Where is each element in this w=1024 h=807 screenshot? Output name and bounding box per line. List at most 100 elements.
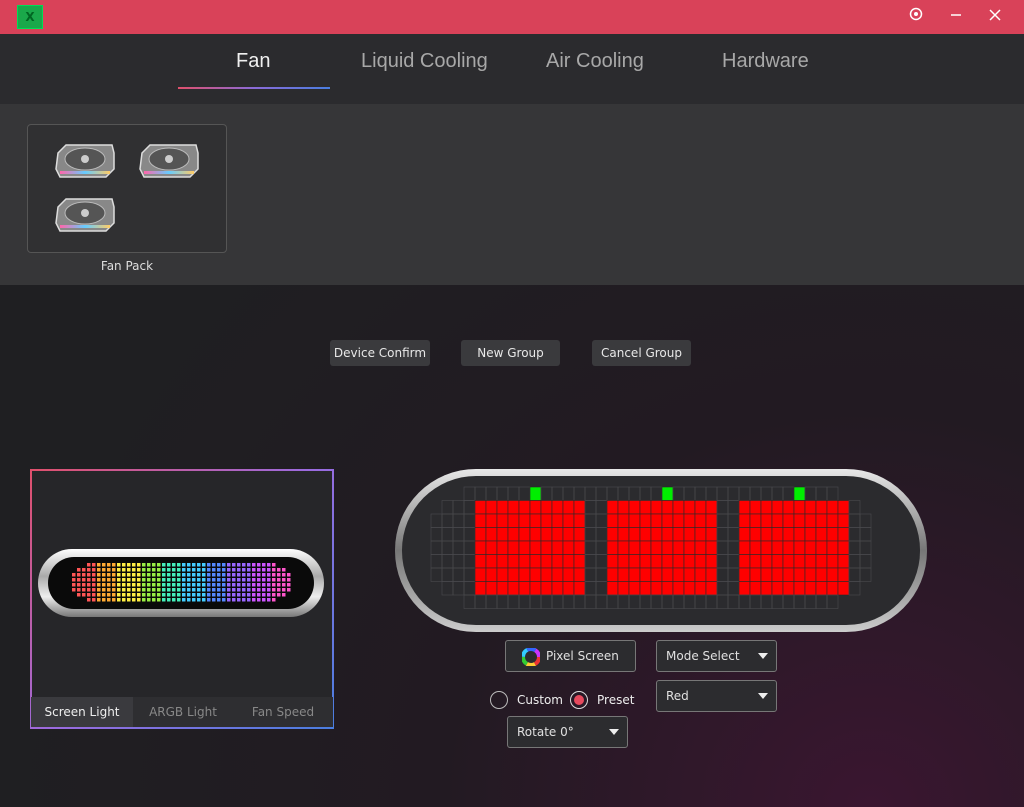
pixel-cell[interactable] [573,567,586,582]
pixel-cell[interactable] [804,500,817,515]
pixel-cell[interactable] [749,581,762,596]
pixel-cell[interactable] [782,500,795,515]
pixel-cell[interactable] [760,500,773,515]
pixel-cell[interactable] [540,527,553,542]
pixel-cell[interactable] [639,513,652,528]
pixel-cell[interactable] [617,540,630,555]
pixel-cell[interactable] [562,500,575,515]
pixel-cell[interactable] [672,554,685,569]
pixel-cell[interactable] [804,527,817,542]
pixel-cell[interactable] [606,500,619,515]
pixel-cell[interactable] [529,527,542,542]
pixel-cell[interactable] [474,540,487,555]
pixel-cell[interactable] [485,540,498,555]
pixel-cell[interactable] [562,540,575,555]
pixel-cell[interactable] [617,554,630,569]
pixel-cell[interactable] [771,567,784,582]
pixel-cell[interactable] [474,567,487,582]
pixel-cell[interactable] [826,540,839,555]
pixel-grid-editor[interactable] [393,467,929,635]
pixel-cell[interactable] [771,513,784,528]
pixel-cell[interactable] [518,513,531,528]
pixel-cell[interactable] [617,527,630,542]
pixel-cell[interactable] [793,581,806,596]
pixel-cell[interactable] [496,540,509,555]
pixel-cell[interactable] [474,527,487,542]
pixel-cell[interactable] [606,513,619,528]
custom-radio[interactable] [490,691,508,709]
pixel-cell[interactable] [529,513,542,528]
pixel-cell[interactable] [507,554,520,569]
pixel-cell[interactable] [826,581,839,596]
pixel-cell[interactable] [540,500,553,515]
pixel-cell[interactable] [760,567,773,582]
pixel-cell[interactable] [683,527,696,542]
pixel-cell[interactable] [738,554,751,569]
pixel-cell[interactable] [551,527,564,542]
pixel-cell[interactable] [540,540,553,555]
pixel-cell[interactable] [639,554,652,569]
pixel-cell[interactable] [826,500,839,515]
pixel-cell[interactable] [496,527,509,542]
pixel-cell[interactable] [529,486,542,501]
device-confirm-button[interactable]: Device Confirm [330,340,430,366]
pixel-cell[interactable] [573,527,586,542]
pixel-cell[interactable] [650,500,663,515]
tab-liquid-cooling[interactable]: Liquid Cooling [361,50,488,73]
pixel-cell[interactable] [507,540,520,555]
pixel-cell[interactable] [551,567,564,582]
pixel-cell[interactable] [661,513,674,528]
pixel-cell[interactable] [551,540,564,555]
pixel-cell[interactable] [837,581,850,596]
pixel-cell[interactable] [628,567,641,582]
pixel-cell[interactable] [771,540,784,555]
pixel-cell[interactable] [628,581,641,596]
pixel-cell[interactable] [793,540,806,555]
pixel-cell[interactable] [694,540,707,555]
pixel-cell[interactable] [782,513,795,528]
pixel-cell[interactable] [782,540,795,555]
pixel-cell[interactable] [672,527,685,542]
pixel-cell[interactable] [694,554,707,569]
tab-argb-light[interactable]: ARGB Light [133,697,233,727]
pixel-cell[interactable] [661,554,674,569]
pixel-cell[interactable] [496,500,509,515]
pixel-cell[interactable] [562,581,575,596]
pixel-cell[interactable] [771,554,784,569]
pixel-cell[interactable] [672,500,685,515]
pixel-cell[interactable] [738,567,751,582]
pixel-cell[interactable] [804,554,817,569]
pixel-cell[interactable] [672,540,685,555]
pixel-cell[interactable] [639,567,652,582]
pixel-screen-button[interactable]: Pixel Screen [505,640,636,672]
pixel-cell[interactable] [738,527,751,542]
pixel-cell[interactable] [573,500,586,515]
pixel-cell[interactable] [529,554,542,569]
pixel-cell[interactable] [815,540,828,555]
pixel-cell[interactable] [573,540,586,555]
pixel-cell[interactable] [661,581,674,596]
pixel-cell[interactable] [650,554,663,569]
pixel-cell[interactable] [804,540,817,555]
pixel-cell[interactable] [815,581,828,596]
pixel-cell[interactable] [815,567,828,582]
gear-icon[interactable] [904,6,928,28]
pixel-cell[interactable] [771,527,784,542]
pixel-cell[interactable] [793,513,806,528]
pixel-cell[interactable] [826,527,839,542]
pixel-cell[interactable] [793,567,806,582]
pixel-cell[interactable] [496,554,509,569]
pixel-cell[interactable] [793,527,806,542]
pixel-cell[interactable] [749,554,762,569]
pixel-cell[interactable] [672,581,685,596]
tab-fan[interactable]: Fan [236,50,270,73]
preset-radio[interactable] [570,691,588,709]
pixel-cell[interactable] [485,500,498,515]
pixel-cell[interactable] [485,513,498,528]
pixel-cell[interactable] [694,500,707,515]
pixel-cell[interactable] [837,567,850,582]
pixel-cell[interactable] [694,567,707,582]
pixel-cell[interactable] [606,581,619,596]
pixel-cell[interactable] [694,581,707,596]
pixel-cell[interactable] [705,527,718,542]
